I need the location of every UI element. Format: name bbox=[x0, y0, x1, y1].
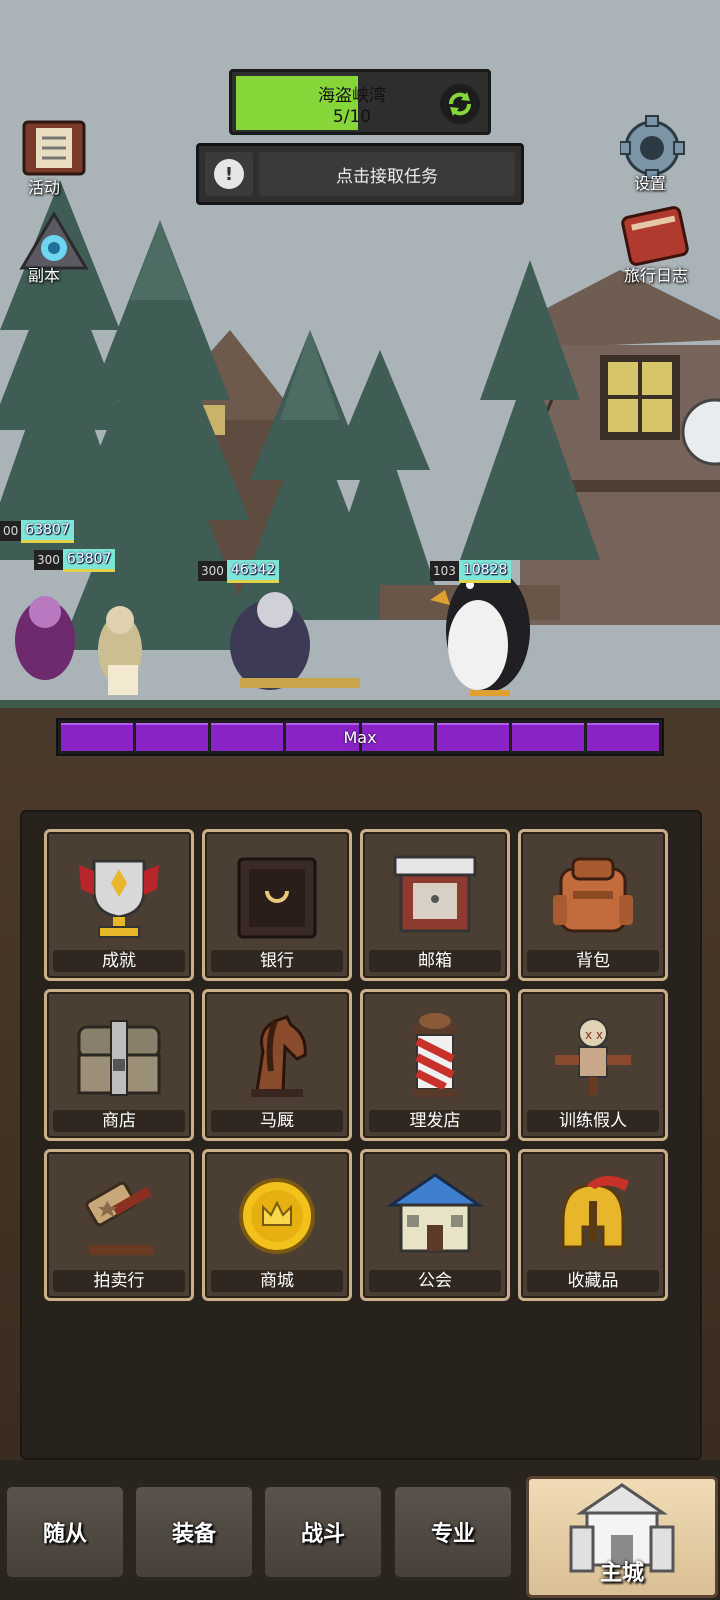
main-city-panel: 成就 银行 邮箱 背包 商店 马厩 理发店 x x 训练假人 拍卖行 商城 公会… bbox=[0, 770, 720, 1460]
helmet-icon bbox=[521, 1162, 665, 1270]
accept-quest-button[interactable]: 点击接取任务 bbox=[259, 152, 515, 196]
nav-equipment[interactable]: 装备 bbox=[133, 1484, 255, 1580]
rage-label: Max bbox=[343, 727, 377, 747]
nav-main-city[interactable]: 主城 bbox=[526, 1476, 718, 1598]
mailbox-icon bbox=[363, 842, 507, 950]
tile-label: 成就 bbox=[53, 950, 185, 972]
store-tile[interactable]: 商城 bbox=[202, 1149, 352, 1301]
events-button[interactable]: 活动 bbox=[14, 116, 86, 197]
settings-button[interactable]: 设置 bbox=[619, 114, 685, 194]
building-grid: 成就 银行 邮箱 背包 商店 马厩 理发店 x x 训练假人 拍卖行 商城 公会… bbox=[20, 810, 702, 1460]
alert-icon: ! bbox=[205, 152, 253, 196]
horse-icon bbox=[205, 1002, 349, 1110]
shop-tile[interactable]: 商店 bbox=[44, 989, 194, 1141]
bottom-nav: 随从 装备 战斗 专业 主城 bbox=[0, 1460, 720, 1600]
guild-tile[interactable]: 公会 bbox=[360, 1149, 510, 1301]
unit-hp: 300 63807 bbox=[34, 548, 116, 572]
events-label: 活动 bbox=[27, 178, 60, 197]
training-dummy-icon: x x bbox=[521, 1002, 665, 1110]
settings-label: 设置 bbox=[633, 174, 666, 193]
tile-label: 邮箱 bbox=[369, 950, 501, 972]
enemy-hp: 103 10828 bbox=[430, 559, 512, 583]
nav-main-city-label: 主城 bbox=[599, 1561, 644, 1586]
unit-hp: 00 63807 bbox=[0, 519, 74, 543]
travel-log-button[interactable]: 旅行日志 bbox=[620, 204, 689, 285]
svg-text:x x: x x bbox=[585, 1028, 603, 1042]
rage-bar: Max bbox=[56, 718, 664, 756]
gavel-icon bbox=[47, 1162, 191, 1270]
tile-label: 商店 bbox=[53, 1110, 185, 1132]
zone-progress-bar[interactable]: 海盗峡湾 5/10 bbox=[229, 69, 491, 135]
tile-label: 收藏品 bbox=[527, 1270, 659, 1292]
unit-hp: 300 46342 bbox=[198, 559, 280, 583]
zone-progress-text: 5/10 bbox=[332, 107, 372, 127]
barber-pole-icon bbox=[363, 1002, 507, 1110]
backpack-icon bbox=[521, 842, 665, 950]
nav-battle[interactable]: 战斗 bbox=[262, 1484, 384, 1580]
battle-scene: 海盗峡湾 5/10 ! 点击接取任务 活动 副本 设置 旅行日志 00 6380… bbox=[0, 0, 720, 770]
journal-icon bbox=[621, 206, 689, 266]
zone-name: 海盗峡湾 bbox=[318, 86, 386, 106]
stable-tile[interactable]: 马厩 bbox=[202, 989, 352, 1141]
tile-label: 银行 bbox=[211, 950, 343, 972]
auction-house-tile[interactable]: 拍卖行 bbox=[44, 1149, 194, 1301]
barber-tile[interactable]: 理发店 bbox=[360, 989, 510, 1141]
alert-symbol: ! bbox=[214, 159, 244, 189]
bank-tile[interactable]: 银行 bbox=[202, 829, 352, 981]
tile-label: 理发店 bbox=[369, 1110, 501, 1132]
collectibles-tile[interactable]: 收藏品 bbox=[518, 1149, 668, 1301]
training-dummy-tile[interactable]: x x 训练假人 bbox=[518, 989, 668, 1141]
gold-coin-icon bbox=[205, 1162, 349, 1270]
nav-profession[interactable]: 专业 bbox=[392, 1484, 514, 1580]
tile-label: 商城 bbox=[211, 1270, 343, 1292]
refresh-icon[interactable] bbox=[440, 84, 480, 124]
tile-label: 训练假人 bbox=[527, 1110, 659, 1132]
dungeon-label: 副本 bbox=[27, 266, 60, 285]
trophy-icon bbox=[47, 842, 191, 950]
tile-label: 公会 bbox=[369, 1270, 501, 1292]
backpack-tile[interactable]: 背包 bbox=[518, 829, 668, 981]
scroll-board-icon bbox=[22, 120, 86, 176]
tile-label: 背包 bbox=[527, 950, 659, 972]
tile-label: 拍卖行 bbox=[53, 1270, 185, 1292]
travel-log-label: 旅行日志 bbox=[623, 266, 688, 285]
guild-house-icon bbox=[363, 1162, 507, 1270]
quest-bar[interactable]: ! 点击接取任务 bbox=[196, 143, 524, 205]
safe-icon bbox=[205, 842, 349, 950]
chest-icon bbox=[47, 1002, 191, 1110]
achievements-tile[interactable]: 成就 bbox=[44, 829, 194, 981]
dungeon-button[interactable]: 副本 bbox=[14, 210, 89, 290]
tile-label: 马厩 bbox=[211, 1110, 343, 1132]
mailbox-tile[interactable]: 邮箱 bbox=[360, 829, 510, 981]
nav-followers[interactable]: 随从 bbox=[4, 1484, 126, 1580]
